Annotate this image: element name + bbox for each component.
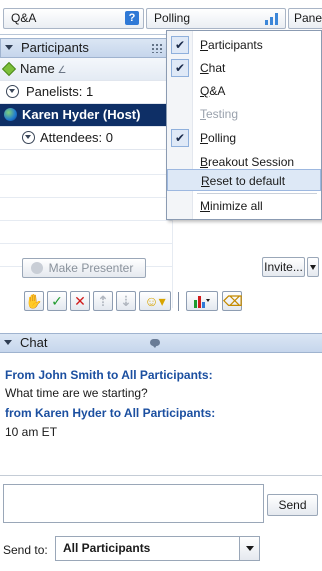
panels-menu: ✔ Participants ✔ Chat Q&A Testing ✔ Poll…: [166, 30, 322, 220]
invite-label: Invite...: [264, 260, 303, 274]
polling-button-label: Polling: [154, 11, 191, 25]
participant-row-host[interactable]: Karen Hyder (Host): [0, 104, 172, 127]
menu-item-qa[interactable]: Q&A: [167, 80, 321, 102]
expand-icon[interactable]: [22, 131, 35, 144]
chat-bubble-icon: [150, 339, 160, 348]
attendees-group-row[interactable]: Attendees: 0: [0, 127, 172, 150]
panels-menu-button[interactable]: Panels: [288, 8, 322, 29]
chevron-down-icon[interactable]: [239, 537, 259, 560]
attendees-group-label: Attendees: 0: [40, 130, 113, 145]
chat-message-sender: from Karen Hyder to All Participants:: [5, 406, 216, 420]
send-to-label: Send to:: [3, 543, 48, 557]
chat-panel-title: Chat: [20, 335, 48, 350]
name-column-header[interactable]: Name ∠: [0, 58, 172, 81]
grip-icon[interactable]: [151, 43, 163, 53]
qa-button-label: Q&A: [11, 11, 37, 25]
send-to-value: All Participants: [63, 541, 151, 555]
menu-item-minimize-all[interactable]: Minimize all: [167, 195, 321, 217]
panels-button-label: Panels: [294, 11, 322, 25]
status-diamond-icon: [1, 61, 17, 77]
name-header-label: Name ∠: [20, 61, 67, 76]
chat-panel-header[interactable]: Chat: [0, 333, 322, 353]
menu-item-chat[interactable]: ✔ Chat: [167, 57, 321, 79]
collapse-arrow-icon[interactable]: [4, 340, 12, 345]
check-icon: ✔: [171, 129, 189, 147]
raise-hand-icon[interactable]: ✋: [24, 291, 44, 311]
send-button[interactable]: Send: [267, 494, 318, 516]
menu-item-participants[interactable]: ✔ Participants: [167, 34, 321, 56]
chat-transcript: From John Smith to All Participants: Wha…: [0, 354, 322, 476]
presenter-ball-icon: [31, 262, 43, 274]
invite-button[interactable]: Invite...: [262, 257, 305, 277]
bar-chart-icon: [265, 13, 279, 25]
send-label: Send: [278, 498, 307, 512]
qa-panel-button[interactable]: Q&A ?: [3, 8, 144, 29]
cross-icon[interactable]: ✕: [70, 291, 90, 311]
eraser-icon[interactable]: ⌫: [222, 291, 243, 311]
presenter-globe-icon: [4, 108, 17, 121]
list-divider: [0, 174, 172, 175]
make-presenter-label: Make Presenter: [48, 261, 134, 275]
go-slower-icon[interactable]: ⇣: [116, 291, 136, 311]
make-presenter-button[interactable]: Make Presenter: [22, 258, 146, 278]
check-icon[interactable]: ✓: [47, 291, 67, 311]
toolbar-separator: [178, 292, 179, 311]
menu-item-polling[interactable]: ✔ Polling: [167, 127, 321, 149]
panelists-group-row[interactable]: Panelists: 1: [0, 81, 172, 104]
menu-separator: [197, 193, 317, 194]
go-faster-icon[interactable]: ⇡: [93, 291, 113, 311]
chat-message-text: 10 am ET: [5, 425, 58, 439]
check-icon: ✔: [171, 59, 189, 77]
list-divider: [0, 243, 172, 244]
participants-panel-header[interactable]: Participants: [0, 38, 172, 58]
chat-message-sender: From John Smith to All Participants:: [5, 368, 213, 382]
participants-panel-title: Participants: [21, 40, 89, 55]
list-divider: [0, 197, 172, 198]
expand-icon[interactable]: [6, 85, 19, 98]
menu-item-testing: Testing: [200, 107, 239, 121]
list-divider: [0, 220, 172, 221]
send-to-select[interactable]: All Participants: [55, 536, 260, 561]
chart-icon[interactable]: [186, 291, 218, 311]
collapse-arrow-icon[interactable]: [5, 45, 13, 50]
chat-message-input[interactable]: [3, 484, 264, 523]
menu-item-reset-to-default[interactable]: Reset to default: [167, 169, 321, 191]
polling-panel-button[interactable]: Polling: [146, 8, 286, 29]
host-name: Karen Hyder (Host): [22, 107, 141, 122]
help-icon: ?: [125, 11, 139, 25]
check-icon: ✔: [171, 36, 189, 54]
panelists-group-label: Panelists: 1: [26, 84, 94, 99]
chat-message-text: What time are we starting?: [5, 386, 148, 400]
invite-dropdown-button[interactable]: [307, 257, 319, 277]
emoticon-icon[interactable]: ☺▾: [139, 291, 171, 311]
